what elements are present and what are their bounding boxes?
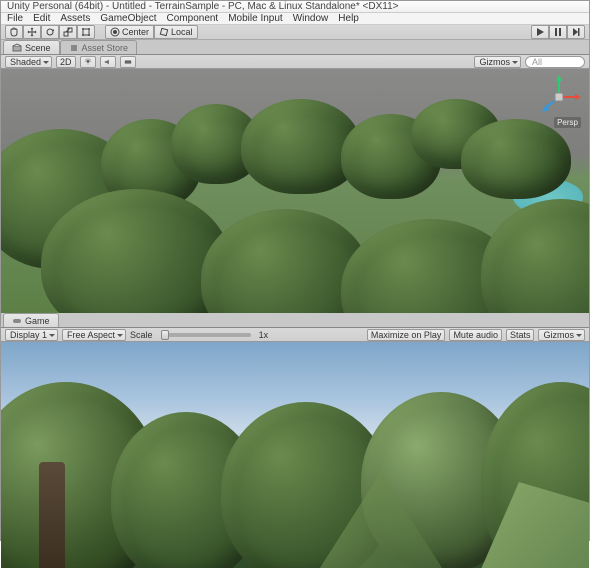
mute-toggle[interactable]: Mute audio bbox=[449, 329, 502, 341]
transform-tools bbox=[5, 25, 95, 39]
maximize-toggle[interactable]: Maximize on Play bbox=[367, 329, 446, 341]
hand-tool[interactable] bbox=[5, 25, 23, 39]
scale-label: Scale bbox=[130, 330, 153, 340]
search-placeholder: All bbox=[532, 57, 542, 67]
move-tool[interactable] bbox=[23, 25, 41, 39]
space-toggle[interactable]: Local bbox=[154, 25, 198, 39]
game-viewport[interactable] bbox=[1, 342, 589, 568]
menu-edit[interactable]: Edit bbox=[33, 13, 50, 24]
game-toolbar: Display 1 Free Aspect Scale 1x Maximize … bbox=[1, 328, 589, 342]
game-gizmos-label: Gizmos bbox=[543, 330, 574, 340]
2d-toggle[interactable]: 2D bbox=[56, 56, 76, 68]
shading-mode-value: Shaded bbox=[10, 57, 41, 67]
menu-mobileinput[interactable]: Mobile Input bbox=[228, 13, 282, 24]
game-icon bbox=[12, 316, 22, 326]
scene-toolbar: Shaded 2D Gizmos All bbox=[1, 55, 589, 69]
scene-viewport[interactable]: Persp bbox=[1, 69, 589, 313]
stats-toggle[interactable]: Stats bbox=[506, 329, 535, 341]
menubar: File Edit Assets GameObject Component Mo… bbox=[1, 13, 589, 25]
pause-button[interactable] bbox=[549, 25, 567, 39]
assetstore-icon bbox=[69, 43, 79, 53]
game-gizmos-dropdown[interactable]: Gizmos bbox=[538, 329, 585, 341]
tab-assetstore-label: Asset Store bbox=[82, 43, 129, 53]
scale-slider-thumb[interactable] bbox=[161, 330, 169, 340]
lighting-toggle[interactable] bbox=[80, 56, 96, 68]
shading-mode-dropdown[interactable]: Shaded bbox=[5, 56, 52, 68]
menu-file[interactable]: File bbox=[7, 13, 23, 24]
rotate-tool[interactable] bbox=[41, 25, 59, 39]
trunk bbox=[39, 462, 65, 568]
game-tabrow: Game bbox=[1, 313, 589, 328]
space-label: Local bbox=[171, 27, 193, 37]
pivot-space-group: Center Local bbox=[105, 25, 198, 39]
scene-gizmo[interactable] bbox=[537, 75, 581, 119]
aspect-value: Free Aspect bbox=[67, 330, 115, 340]
menu-assets[interactable]: Assets bbox=[60, 13, 90, 24]
play-controls bbox=[531, 25, 585, 39]
gizmos-label: Gizmos bbox=[479, 57, 510, 67]
tab-game-label: Game bbox=[25, 316, 50, 326]
tab-assetstore[interactable]: Asset Store bbox=[60, 40, 138, 54]
menu-window[interactable]: Window bbox=[293, 13, 329, 24]
fx-toggle[interactable] bbox=[120, 56, 136, 68]
scale-slider[interactable] bbox=[161, 333, 251, 337]
scene-tabrow: Scene Asset Store bbox=[1, 40, 589, 55]
rect-tool[interactable] bbox=[77, 25, 95, 39]
scale-tool[interactable] bbox=[59, 25, 77, 39]
display-dropdown[interactable]: Display 1 bbox=[5, 329, 58, 341]
play-button[interactable] bbox=[531, 25, 549, 39]
pivot-label: Center bbox=[122, 27, 149, 37]
step-button[interactable] bbox=[567, 25, 585, 39]
menu-help[interactable]: Help bbox=[338, 13, 359, 24]
titlebar: Unity Personal (64bit) - Untitled - Terr… bbox=[1, 1, 589, 13]
scene-search[interactable]: All bbox=[525, 56, 585, 68]
scale-value: 1x bbox=[259, 330, 269, 340]
audio-toggle[interactable] bbox=[100, 56, 116, 68]
pivot-toggle[interactable]: Center bbox=[105, 25, 154, 39]
gizmos-dropdown[interactable]: Gizmos bbox=[474, 56, 521, 68]
menu-gameobject[interactable]: GameObject bbox=[100, 13, 156, 24]
tab-scene[interactable]: Scene bbox=[3, 40, 60, 54]
display-value: Display 1 bbox=[10, 330, 47, 340]
menu-component[interactable]: Component bbox=[167, 13, 219, 24]
scene-icon bbox=[12, 43, 22, 53]
aspect-dropdown[interactable]: Free Aspect bbox=[62, 329, 126, 341]
main-toolbar: Center Local bbox=[1, 25, 589, 40]
tab-scene-label: Scene bbox=[25, 43, 51, 53]
tab-game[interactable]: Game bbox=[3, 313, 59, 327]
game-content bbox=[1, 342, 589, 568]
window-title: Unity Personal (64bit) - Untitled - Terr… bbox=[7, 1, 398, 12]
panes: Scene Asset Store Shaded 2D Gizmos All bbox=[1, 40, 589, 568]
unity-window: Unity Personal (64bit) - Untitled - Terr… bbox=[0, 0, 590, 541]
perspective-label[interactable]: Persp bbox=[554, 117, 581, 128]
scene-content bbox=[1, 69, 589, 313]
